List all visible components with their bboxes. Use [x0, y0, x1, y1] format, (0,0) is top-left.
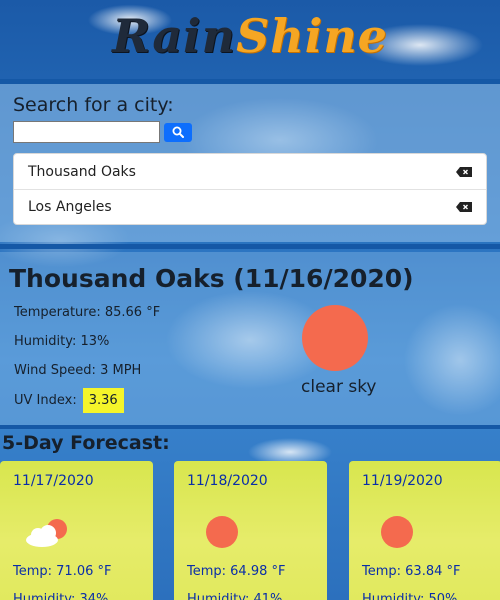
sun-icon	[302, 305, 368, 371]
forecast-date: 11/17/2020	[13, 473, 94, 489]
forecast-humidity: Humidity: 50%	[362, 592, 458, 600]
forecast-date: 11/19/2020	[362, 473, 443, 489]
sun-icon	[381, 516, 413, 548]
app-logo: RainShine	[112, 9, 388, 63]
search-icon	[172, 126, 184, 138]
current-uv-index: UV Index: 3.36	[14, 388, 124, 413]
forecast-temp: Temp: 63.84 °F	[362, 564, 461, 579]
uv-badge: 3.36	[82, 388, 124, 413]
logo-shine: Shine	[236, 9, 388, 63]
forecast-divider	[0, 425, 500, 429]
logo-rain: Rain	[112, 9, 237, 63]
sun-icon	[206, 516, 238, 548]
section-divider	[0, 244, 500, 249]
cloud-sun-icon	[26, 519, 67, 547]
city-item-thousand-oaks[interactable]: Thousand Oaks	[14, 154, 486, 189]
city-name: Thousand Oaks	[28, 163, 136, 180]
forecast-title: 5-Day Forecast:	[2, 432, 170, 454]
current-temperature: Temperature: 85.66 °F	[14, 305, 161, 320]
search-button[interactable]	[164, 122, 192, 142]
forecast-date: 11/18/2020	[187, 473, 268, 489]
delete-icon[interactable]	[456, 202, 472, 212]
app-header: RainShine	[0, 0, 500, 80]
forecast-humidity: Humidity: 34%	[13, 592, 109, 600]
forecast-card: 11/18/2020 Temp: 64.98 °F Humidity: 41%	[174, 461, 327, 600]
delete-icon[interactable]	[456, 166, 472, 177]
current-wind-speed: Wind Speed: 3 MPH	[14, 363, 142, 378]
forecast-humidity: Humidity: 41%	[187, 592, 283, 600]
search-input[interactable]	[13, 121, 160, 143]
current-humidity: Humidity: 13%	[14, 334, 110, 349]
forecast-temp: Temp: 71.06 °F	[13, 564, 112, 579]
forecast-card: 11/17/2020 Temp: 71.06 °F Humidity: 34%	[0, 461, 153, 600]
city-item-los-angeles[interactable]: Los Angeles	[14, 189, 486, 224]
current-city-title: Thousand Oaks (11/16/2020)	[9, 264, 414, 293]
search-row	[13, 121, 487, 143]
search-panel: Search for a city: Thousand Oaks Los Ang…	[0, 84, 500, 242]
search-label: Search for a city:	[13, 94, 174, 116]
saved-city-list: Thousand Oaks Los Angeles	[13, 153, 487, 225]
forecast-temp: Temp: 64.98 °F	[187, 564, 286, 579]
uv-label: UV Index:	[14, 393, 77, 408]
current-description: clear sky	[301, 377, 377, 397]
current-weather-panel: Thousand Oaks (11/16/2020) Temperature: …	[0, 252, 500, 425]
forecast-card: 11/19/2020 Temp: 63.84 °F Humidity: 50%	[349, 461, 500, 600]
city-name: Los Angeles	[28, 199, 112, 215]
